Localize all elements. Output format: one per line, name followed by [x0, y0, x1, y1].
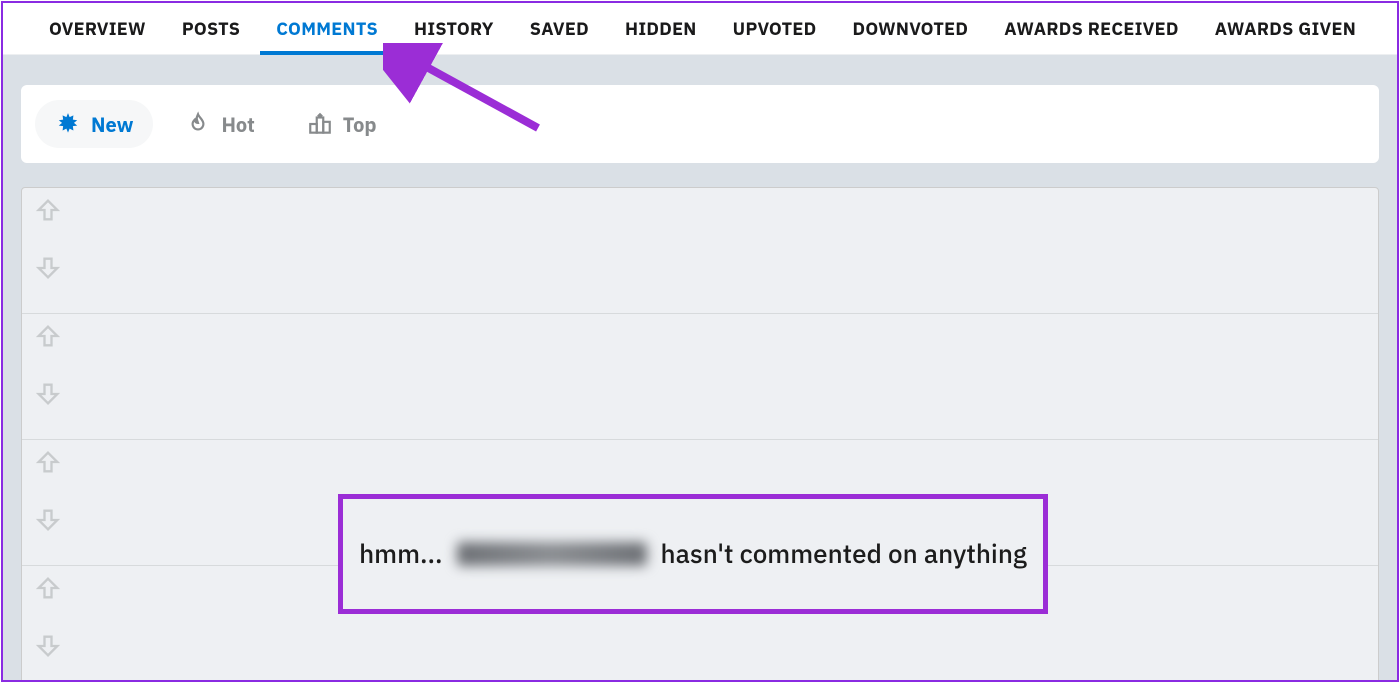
tab-awards-received[interactable]: AWARDS RECEIVED — [986, 3, 1197, 54]
upvote-icon[interactable] — [34, 448, 62, 476]
sort-hot[interactable]: Hot — [165, 100, 274, 148]
sort-bar: New Hot Top — [21, 85, 1379, 163]
empty-prefix: hmm... — [359, 537, 442, 571]
tab-awards-given[interactable]: AWARDS GIVEN — [1197, 3, 1374, 54]
sort-top[interactable]: Top — [287, 100, 397, 148]
upvote-icon[interactable] — [34, 574, 62, 602]
app-frame: OVERVIEW POSTS COMMENTS HISTORY SAVED HI… — [1, 1, 1399, 682]
downvote-icon[interactable] — [34, 380, 62, 408]
sort-label: New — [91, 111, 133, 138]
tab-saved[interactable]: SAVED — [512, 3, 607, 54]
tab-hidden[interactable]: HIDDEN — [607, 3, 715, 54]
blurred-username — [457, 542, 647, 566]
tab-upvoted[interactable]: UPVOTED — [715, 3, 835, 54]
podium-icon — [307, 111, 333, 137]
tab-history[interactable]: HISTORY — [396, 3, 512, 54]
profile-tab-bar: OVERVIEW POSTS COMMENTS HISTORY SAVED HI… — [3, 3, 1397, 55]
tab-downvoted[interactable]: DOWNVOTED — [835, 3, 987, 54]
placeholder-row — [22, 188, 1378, 314]
flame-icon — [185, 111, 211, 137]
empty-state-message: hmm... hasn't commented on anything — [338, 494, 1048, 614]
sort-label: Hot — [221, 111, 254, 138]
tab-overview[interactable]: OVERVIEW — [31, 3, 164, 54]
sort-new[interactable]: New — [35, 100, 153, 148]
placeholder-row — [22, 314, 1378, 440]
downvote-icon[interactable] — [34, 506, 62, 534]
upvote-icon[interactable] — [34, 196, 62, 224]
downvote-icon[interactable] — [34, 632, 62, 660]
tab-comments[interactable]: COMMENTS — [258, 3, 396, 54]
empty-suffix: hasn't commented on anything — [661, 537, 1027, 571]
upvote-icon[interactable] — [34, 322, 62, 350]
sort-label: Top — [343, 111, 377, 138]
tab-posts[interactable]: POSTS — [164, 3, 258, 54]
empty-list-container: hmm... hasn't commented on anything — [21, 187, 1379, 682]
burst-icon — [55, 111, 81, 137]
downvote-icon[interactable] — [34, 254, 62, 282]
